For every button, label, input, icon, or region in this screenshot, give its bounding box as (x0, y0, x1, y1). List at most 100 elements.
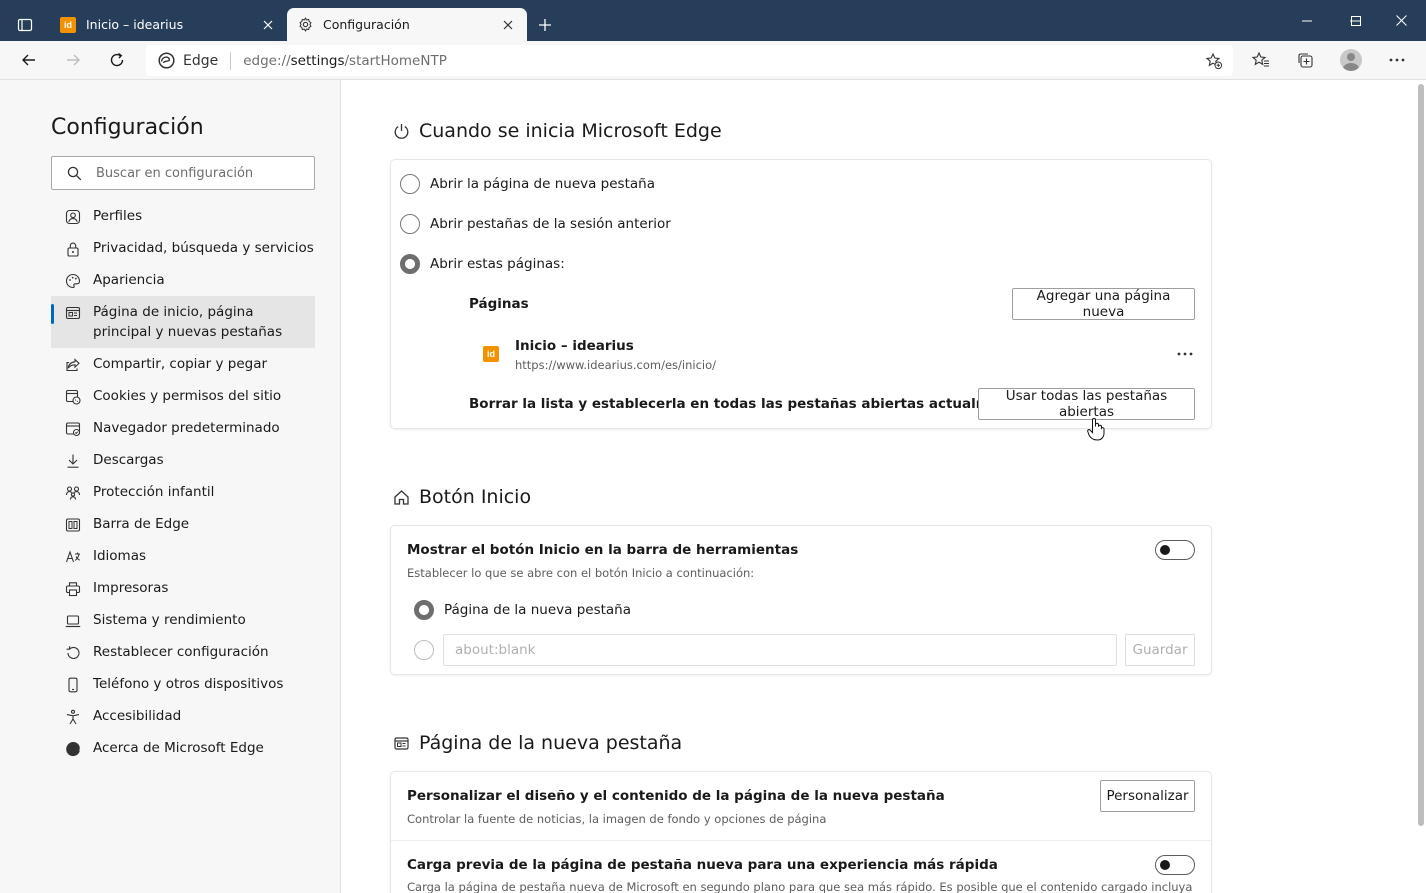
tab-actions-button[interactable] (8, 8, 42, 42)
profile-button[interactable] (1336, 45, 1366, 75)
browser-icon (64, 420, 81, 437)
edge-logo-icon (64, 740, 81, 757)
url-text[interactable]: edge://settings/startHomeNTP (243, 53, 447, 69)
back-button[interactable] (14, 45, 44, 75)
more-options-button[interactable] (1177, 346, 1197, 356)
settings-more-button[interactable] (1382, 45, 1412, 75)
show-home-toggle[interactable] (1155, 540, 1195, 560)
laptop-icon (64, 612, 81, 629)
customize-sub: Controlar la fuente de noticias, la imag… (407, 812, 827, 826)
home-url-input[interactable]: about:blank (443, 634, 1117, 666)
back-arrow-icon (22, 54, 35, 66)
tab-configuracion[interactable]: Configuración (287, 8, 527, 41)
address-bar[interactable]: Edge edge://settings/startHomeNTP (146, 45, 1233, 76)
forward-button[interactable] (58, 45, 88, 75)
add-favorite-button[interactable] (1203, 50, 1225, 72)
sidebar-item-descargas[interactable]: Descargas (51, 444, 315, 476)
show-home-sub: Establecer lo que se abre con el botón I… (407, 566, 755, 580)
sidebar-item-perfiles[interactable]: Perfiles (51, 200, 315, 232)
close-tab-icon[interactable] (499, 16, 517, 34)
sidebar-item-sistema[interactable]: Sistema y rendimiento (51, 604, 315, 636)
search-icon (52, 166, 96, 181)
radio-button[interactable] (400, 214, 420, 234)
sidebar-item-accesibilidad[interactable]: Accesibilidad (51, 700, 315, 732)
home-option-url[interactable] (414, 640, 444, 660)
tab-actions-icon (17, 18, 33, 32)
profile-icon (64, 208, 81, 225)
new-tab-page-icon (392, 734, 410, 752)
close-window-button[interactable] (1376, 0, 1426, 41)
sidebar-item-label: Accesibilidad (93, 708, 182, 724)
sidebar-item-idiomas[interactable]: Idiomas (51, 540, 315, 572)
home-button-card: Mostrar el botón Inicio en la barra de h… (391, 526, 1211, 674)
radio-button[interactable] (414, 640, 434, 660)
site-identity[interactable]: Edge (146, 52, 218, 69)
sidebar-item-label: Barra de Edge (93, 516, 190, 532)
sidebar-item-label: Navegador predeterminado (93, 420, 280, 436)
favorites-button[interactable] (1246, 45, 1276, 75)
collections-button[interactable] (1290, 45, 1320, 75)
more-horizontal-icon (1177, 352, 1193, 356)
startup-card: Abrir la página de nueva pestaña Abrir p… (391, 160, 1211, 428)
sidebar-item-label: Acerca de Microsoft Edge (93, 740, 264, 756)
reset-icon (64, 644, 81, 661)
sidebar-item-pagina-inicio[interactable]: Página de inicio, página principal y nue… (51, 296, 315, 348)
gear-icon (297, 17, 313, 33)
sidebar-item-barra-edge[interactable]: Barra de Edge (51, 508, 315, 540)
pages-label: Páginas (469, 296, 529, 312)
sidebar-item-compartir[interactable]: Compartir, copiar y pegar (51, 348, 315, 380)
palette-icon (64, 272, 81, 289)
new-tab-button[interactable] (532, 12, 558, 38)
sidebar-item-label: Restablecer configuración (93, 644, 269, 660)
home-option-new-tab[interactable]: Página de la nueva pestaña (414, 600, 631, 620)
idearius-favicon: id (483, 346, 499, 362)
startup-option-new-tab[interactable]: Abrir la página de nueva pestaña (400, 174, 655, 194)
close-tab-icon[interactable] (259, 16, 277, 34)
customize-button[interactable]: Personalizar (1100, 780, 1195, 812)
radio-label: Abrir pestañas de la sesión anterior (430, 216, 671, 232)
sidebar-item-impresoras[interactable]: Impresoras (51, 572, 315, 604)
sidebar-item-acerca[interactable]: Acerca de Microsoft Edge (51, 732, 315, 764)
sidebar-item-apariencia[interactable]: Apariencia (51, 264, 315, 296)
settings-search[interactable] (51, 156, 315, 190)
minimize-button[interactable] (1282, 0, 1332, 41)
new-tab-card: Personalizar el diseño y el contenido de… (391, 772, 1211, 893)
use-all-tabs-button[interactable]: Usar todas las pestañas abiertas (978, 388, 1195, 420)
scrollbar-thumb[interactable] (1418, 84, 1424, 826)
sidebar-item-label: Compartir, copiar y pegar (93, 356, 268, 372)
radio-button-checked[interactable] (414, 600, 434, 620)
sidebar-item-label: Página de inicio, página principal y nue… (93, 304, 283, 340)
settings-nav: Perfiles Privacidad, búsqueda y servicio… (51, 200, 315, 764)
section-title-text: Botón Inicio (419, 486, 532, 508)
search-input[interactable] (96, 165, 306, 181)
tab-idearius[interactable]: id Inicio – idearius (50, 8, 287, 41)
add-page-button[interactable]: Agregar una página nueva (1012, 288, 1195, 320)
preload-toggle[interactable] (1155, 855, 1195, 875)
site-label: Edge (183, 52, 219, 69)
scrollbar[interactable] (1416, 80, 1426, 893)
startup-option-previous-session[interactable]: Abrir pestañas de la sesión anterior (400, 214, 671, 234)
startup-option-open-pages[interactable]: Abrir estas páginas: (400, 254, 565, 274)
minimize-icon (1302, 20, 1312, 21)
sidebar-item-navegador[interactable]: Navegador predeterminado (51, 412, 315, 444)
customize-label: Personalizar el diseño y el contenido de… (407, 788, 945, 804)
radio-button[interactable] (400, 174, 420, 194)
maximize-button[interactable] (1331, 0, 1381, 41)
section-title-text: Cuando se inicia Microsoft Edge (419, 120, 722, 142)
tab-title: Inicio – idearius (86, 17, 184, 32)
refresh-button[interactable] (102, 45, 132, 75)
language-icon (64, 548, 81, 565)
power-icon (392, 122, 410, 140)
download-icon (64, 452, 81, 469)
save-button[interactable]: Guardar (1125, 634, 1195, 666)
page-entry-title: Inicio – idearius (515, 338, 634, 354)
sidebar-item-cookies[interactable]: Cookies y permisos del sitio (51, 380, 315, 412)
tab-title: Configuración (323, 17, 410, 32)
radio-button-checked[interactable] (400, 254, 420, 274)
sidebar-item-restablecer[interactable]: Restablecer configuración (51, 636, 315, 668)
home-tabs-icon (64, 304, 81, 321)
sidebar-item-telefono[interactable]: Teléfono y otros dispositivos (51, 668, 315, 700)
sidebar-item-privacidad[interactable]: Privacidad, búsqueda y servicios (51, 232, 315, 264)
home-icon (392, 488, 410, 506)
sidebar-item-proteccion[interactable]: Protección infantil (51, 476, 315, 508)
